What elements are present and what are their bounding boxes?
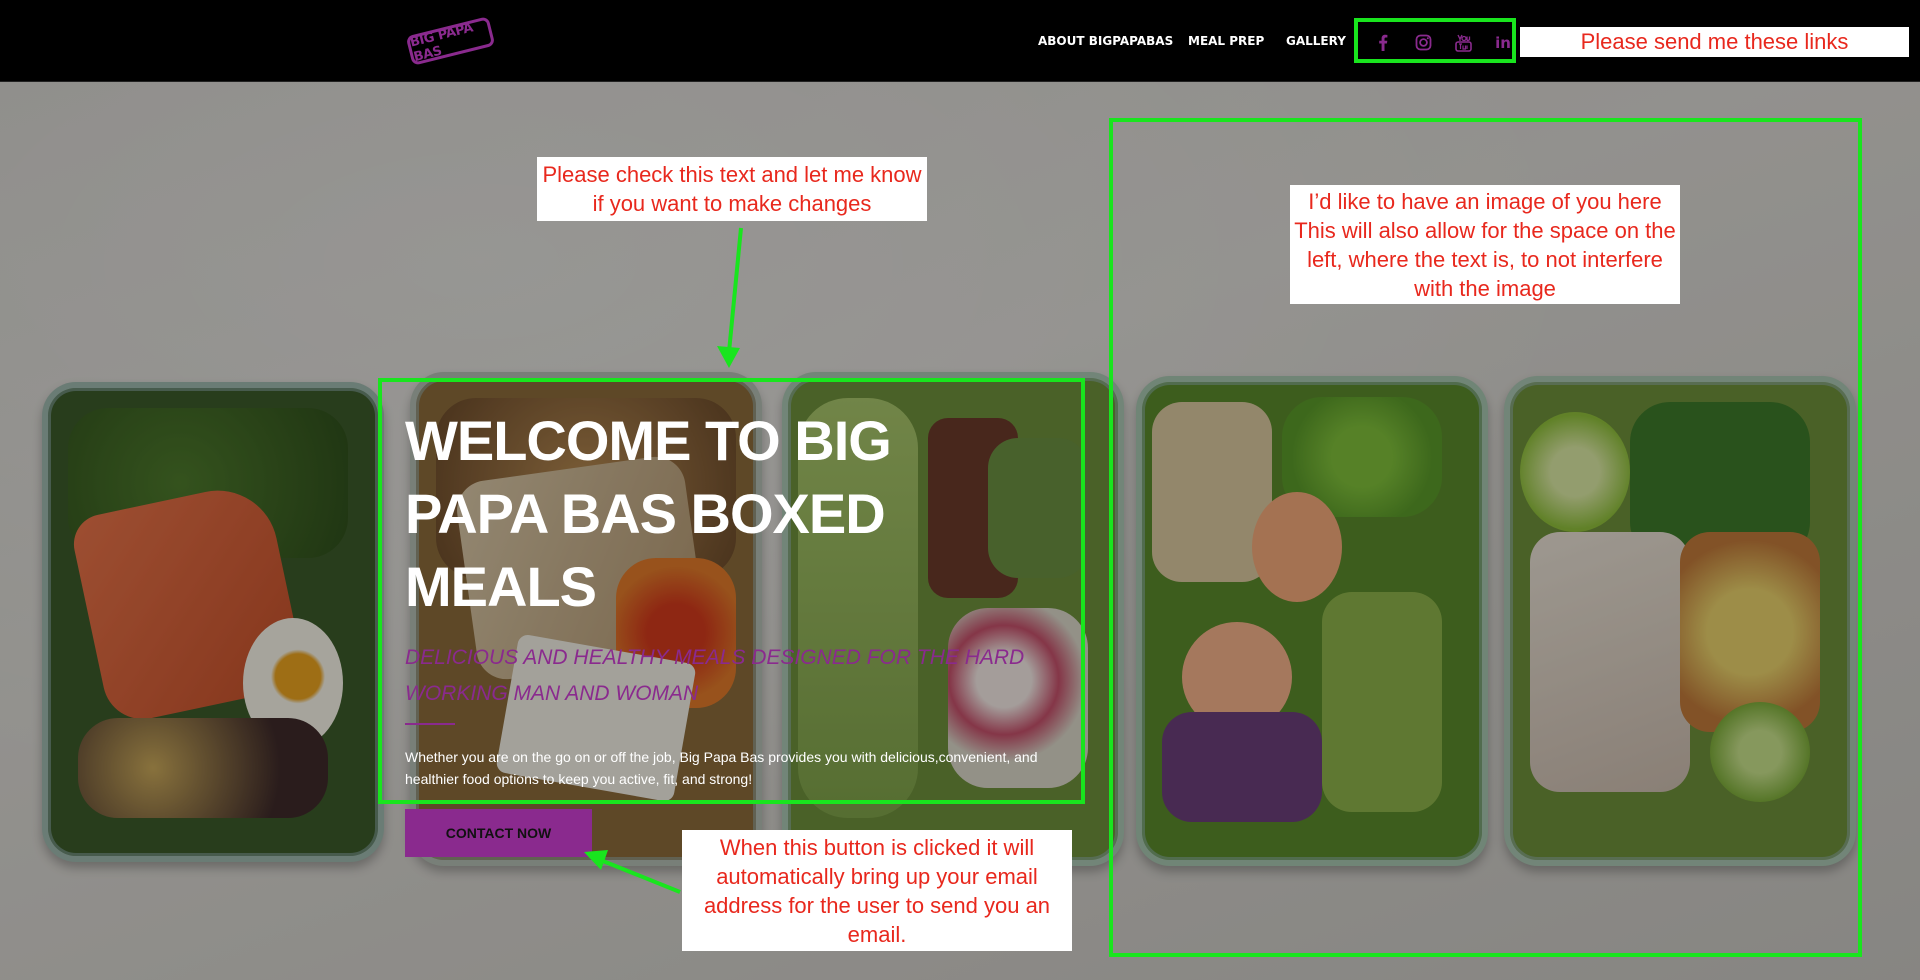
youtube-icon[interactable] [1453,34,1473,52]
site-header: BIG PAPA BAS ABOUT BIGPAPABAS MEAL PREP … [0,0,1920,82]
annotation-note-links: Please send me these links [1520,27,1909,57]
brand-logo[interactable]: BIG PAPA BAS [405,16,496,66]
nav-item-meal-prep[interactable]: MEAL PREP [1188,34,1264,48]
hero-subtitle: DELICIOUS AND HEALTHY MEALS DESIGNED FOR… [405,646,1025,705]
annotation-note-image: I’d like to have an image of you here Th… [1290,185,1680,304]
annotation-note-button: When this button is clicked it will auto… [682,830,1072,951]
contact-now-button[interactable]: CONTACT NOW [405,809,592,857]
hero-title: WELCOME TO BIG PAPA BAS BOXED MEALS [405,409,892,618]
instagram-icon[interactable] [1413,34,1433,52]
hero-divider [405,723,455,725]
social-links-highlight: in [1354,18,1516,63]
facebook-icon[interactable] [1373,34,1393,52]
annotation-note-text-check: Please check this text and let me know i… [537,157,927,221]
hero-body-text: Whether you are on the go on or off the … [405,749,1038,787]
linkedin-icon[interactable]: in [1493,34,1513,52]
nav-item-gallery[interactable]: GALLERY [1286,34,1346,48]
logo-text: BIG PAPA BAS [408,20,475,66]
nav-item-about[interactable]: ABOUT BIGPAPABAS [1038,34,1173,48]
